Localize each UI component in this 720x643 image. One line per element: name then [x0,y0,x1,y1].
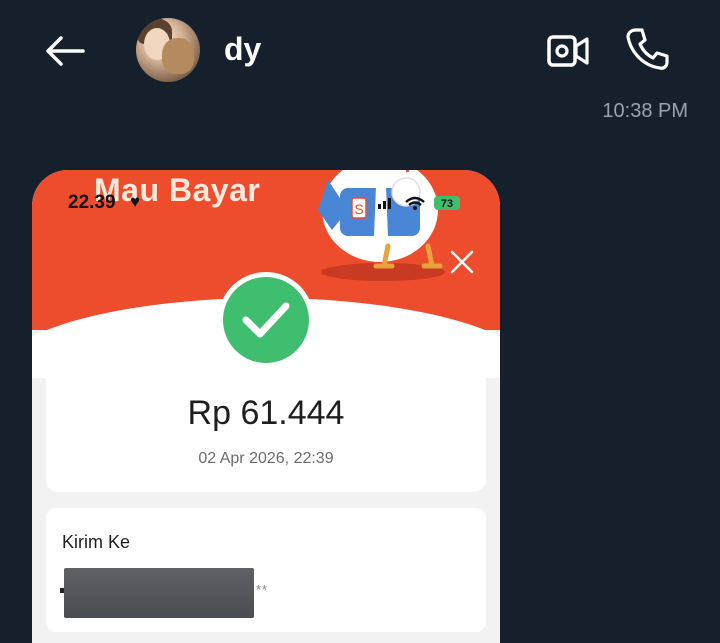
message-timestamp: 10:38 PM [602,100,688,122]
redacted-recipient [64,568,254,618]
contact-avatar[interactable] [136,18,200,82]
masked-suffix: ** [256,582,269,597]
recipient-card: Kirim Ke ** [46,508,486,632]
phone-status-icons: 73 [378,196,460,210]
contact-name[interactable]: dy [224,31,261,68]
send-to-label: Kirim Ke [62,532,131,552]
payment-amount: Rp 61.444 [187,394,345,432]
voice-call-button[interactable] [624,26,670,72]
chat-header: dy [0,0,720,100]
payment-datetime: 02 Apr 2026, 22:39 [198,450,334,467]
video-camera-icon [547,35,589,67]
arrow-left-icon [46,36,85,66]
phone-icon [626,28,669,70]
banner-title: Mau Bayar [94,172,261,208]
svg-text:S: S [354,201,363,217]
heart-icon: ♥ [130,192,141,211]
back-button[interactable] [44,30,86,72]
shared-image-message[interactable]: Mau Bayar 22.39 ♥ S 73 Rp 61.444 02 Apr … [32,170,500,643]
close-icon[interactable] [448,248,476,276]
phone-status-time: 22.39 [68,192,116,213]
checkmark-icon [242,302,290,338]
success-badge [218,272,314,368]
video-call-button[interactable] [546,30,590,72]
mascot-illustration: S [318,170,445,281]
battery-level: 73 [441,198,453,210]
